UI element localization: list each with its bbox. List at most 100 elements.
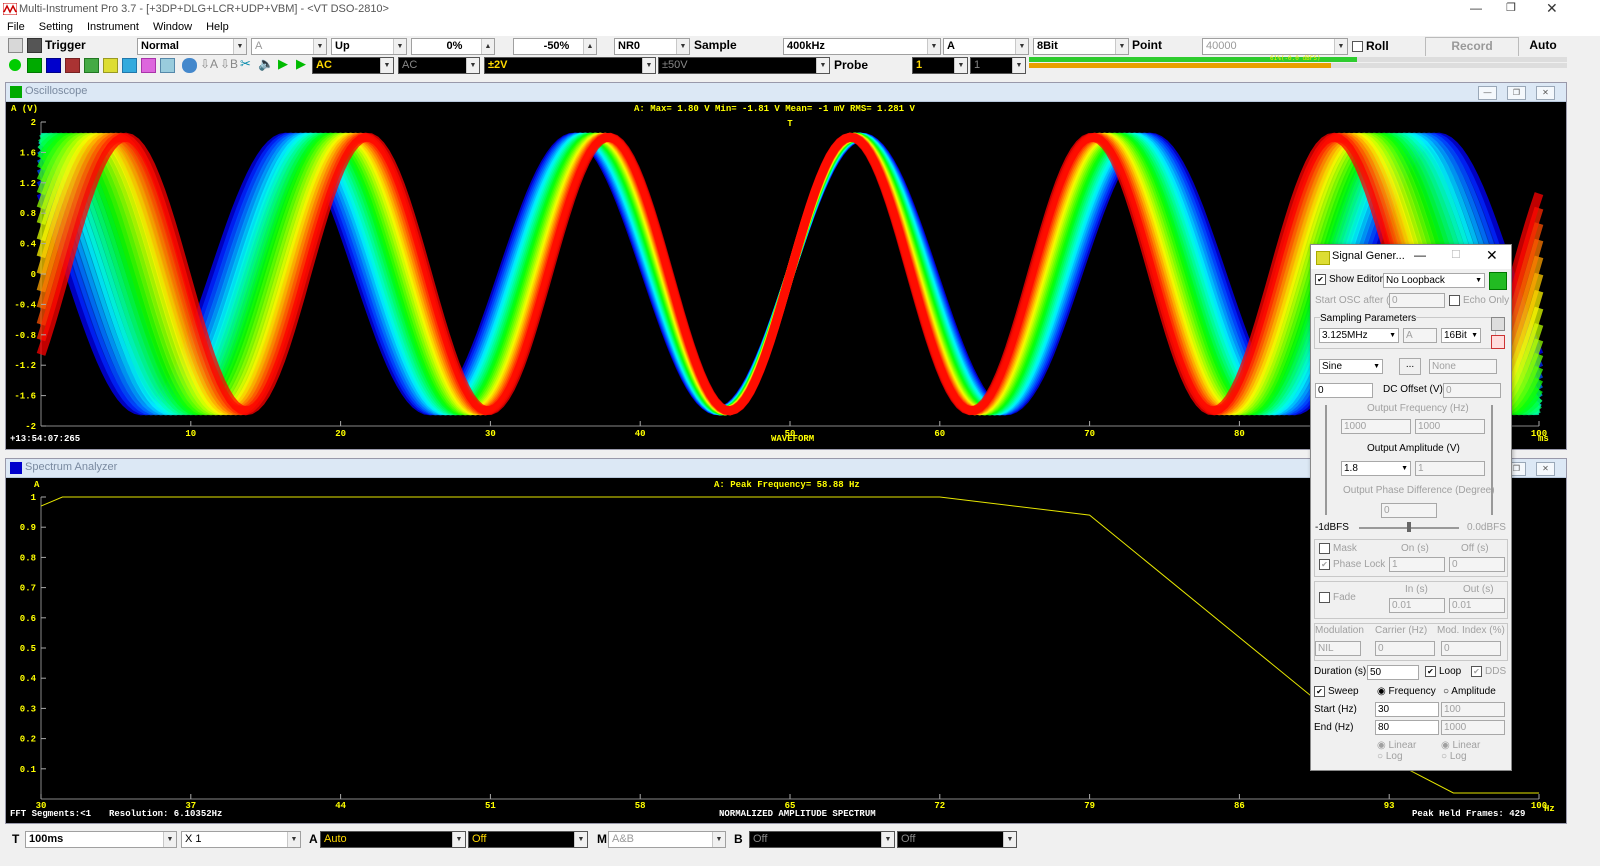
noise-reduction-select[interactable]: NR0 ▼ [614,38,690,55]
menu-window[interactable]: Window [146,19,199,36]
range-a-select[interactable]: ±2V ▼ [484,57,656,74]
waveform-select[interactable]: Sine ▼ [1319,359,1383,374]
close-icon[interactable]: ✕ [1536,86,1555,100]
trigger-source-select[interactable]: A ▼ [251,38,327,55]
freq-b-input[interactable]: 1000 [1415,419,1485,434]
duration-input[interactable]: 50 [1367,665,1419,680]
oscilloscope-icon[interactable] [27,58,42,73]
spinner-icon[interactable]: ▲ [481,39,494,54]
sweep-end-input[interactable]: 80 [1375,720,1439,735]
sweep-start-b-input[interactable]: 100 [1441,702,1505,717]
amp-b-input[interactable]: 1 [1415,461,1485,476]
echo-only-checkbox[interactable]: Echo Only [1449,294,1509,308]
sweep-a-linear-radio[interactable]: ◉ Linear [1377,740,1416,751]
range-b-select[interactable]: ±50V ▼ [658,57,830,74]
menu-help[interactable]: Help [199,19,236,36]
signal-generator-icon[interactable] [103,58,118,73]
close-icon[interactable]: ✕ [1486,247,1498,264]
sweep-end-b-input[interactable]: 1000 [1441,720,1505,735]
carrier-input[interactable]: 0 [1375,641,1435,656]
phase-diff-input[interactable]: 0 [1381,503,1437,518]
channel-a-scale-select[interactable]: Auto ▼ [320,831,466,848]
trigger-position-input[interactable]: -50% ▲ [513,38,597,55]
mask-off-input[interactable]: 0 [1449,557,1505,572]
sweep-amplitude-radio[interactable]: ○ Amplitude [1443,685,1496,699]
fade-out-input[interactable]: 0.01 [1449,598,1505,613]
sweep-a-log-radio[interactable]: ○ Log [1377,751,1403,762]
samp-bits-select[interactable]: 16Bit ▼ [1441,328,1481,343]
marker-b-icon[interactable]: ⇩B [220,57,238,71]
fade-checkbox[interactable]: Fade [1319,591,1356,605]
waveform-b-select[interactable]: None [1429,359,1497,374]
auto-button[interactable]: Auto [1521,37,1565,55]
mask-on-input[interactable]: 1 [1389,557,1445,572]
loopback-select[interactable]: No Loopback ▼ [1383,273,1485,288]
spectrogram-icon[interactable] [122,58,137,73]
trigger-level-input[interactable]: 0% ▲ [411,38,495,55]
menu-file[interactable]: File [0,19,32,36]
points-select[interactable]: 40000 ▼ [1202,38,1348,55]
math-select[interactable]: A&B ▼ [608,831,726,848]
channel-b-offset-select[interactable]: Off ▼ [897,831,1017,848]
speaker-icon[interactable]: 🔈 [258,56,274,72]
samp-channel-select[interactable]: A [1403,328,1437,343]
timebase-select[interactable]: 100ms ▼ [25,831,177,848]
menu-instrument[interactable]: Instrument [80,19,146,36]
show-editor-checkbox[interactable]: ✔ Show Editor [1315,273,1383,287]
start-osc-input[interactable]: 0 [1389,293,1445,308]
device-test-icon[interactable] [160,58,175,73]
close-icon[interactable]: ✕ [1536,462,1555,476]
trigger-edge-select[interactable]: Up ▼ [331,38,407,55]
menu-setting[interactable]: Setting [32,19,80,36]
samp-rate-select[interactable]: 3.125MHz ▼ [1319,328,1399,343]
dc-offset-b-input[interactable]: 0 [1443,383,1501,398]
save-icon[interactable] [27,38,42,53]
channel-b-scale-select[interactable]: Off ▼ [749,831,895,848]
x-zoom-select[interactable]: X 1 ▼ [181,831,301,848]
slider-right-track[interactable] [1491,405,1493,515]
mod-index-input[interactable]: 0 [1441,641,1501,656]
mask-checkbox[interactable]: Mask [1319,542,1357,556]
restore-icon[interactable]: ❐ [1507,86,1526,100]
calibration-icon[interactable] [182,58,197,73]
marker-a-icon[interactable]: ⇩A [200,57,218,71]
tools-icon[interactable]: ✂ [240,56,251,72]
minimize-icon[interactable]: — [1470,1,1482,15]
probe-a-select[interactable]: 1 ▼ [912,57,968,74]
coupling-b-select[interactable]: AC ▼ [398,57,480,74]
coupling-a-select[interactable]: AC ▼ [312,57,394,74]
probe-b-select[interactable]: 1 ▼ [970,57,1026,74]
bits-select[interactable]: 8Bit ▼ [1033,38,1129,55]
step-icon[interactable]: ▶ [296,56,306,72]
sweep-frequency-radio[interactable]: ◉ Frequency [1377,685,1436,699]
generator-start-button[interactable] [1489,272,1507,290]
fade-in-input[interactable]: 0.01 [1389,598,1445,613]
freq-a-input[interactable]: 1000 [1341,419,1411,434]
play-icon[interactable]: ▶ [278,56,288,72]
sweep-b-log-radio[interactable]: ○ Log [1441,751,1467,762]
sample-channel-select[interactable]: A ▼ [943,38,1029,55]
modulation-select[interactable]: NIL [1315,641,1361,656]
sweep-b-linear-radio[interactable]: ◉ Linear [1441,740,1480,751]
sweep-start-input[interactable]: 30 [1375,702,1439,717]
roll-checkbox[interactable]: Roll [1352,39,1389,53]
loop-checkbox[interactable]: ✔ Loop [1425,665,1461,679]
phase-lock-checkbox[interactable]: ✔ Phase Lock [1319,558,1385,572]
spinner-icon[interactable]: ▲ [583,39,596,54]
phase-plot-icon[interactable] [84,58,99,73]
save-settings-icon[interactable] [1491,317,1505,331]
dbfs-slider-thumb[interactable] [1407,522,1411,532]
data-logger-icon[interactable] [141,58,156,73]
dc-offset-a-input[interactable]: 0 [1315,383,1373,398]
trigger-mode-select[interactable]: Normal ▼ [137,38,247,55]
minimize-icon[interactable]: — [1414,248,1426,262]
minimize-icon[interactable]: — [1478,86,1497,100]
slider-left-track[interactable] [1325,405,1327,515]
close-icon[interactable]: ✕ [1546,0,1558,17]
channel-a-offset-select[interactable]: Off ▼ [468,831,588,848]
reset-icon[interactable] [1491,335,1505,349]
run-icon[interactable] [9,59,21,71]
multimeter-icon[interactable] [65,58,80,73]
sample-rate-select[interactable]: 400kHz ▼ [783,38,941,55]
restore-icon[interactable]: ❐ [1506,1,1516,14]
